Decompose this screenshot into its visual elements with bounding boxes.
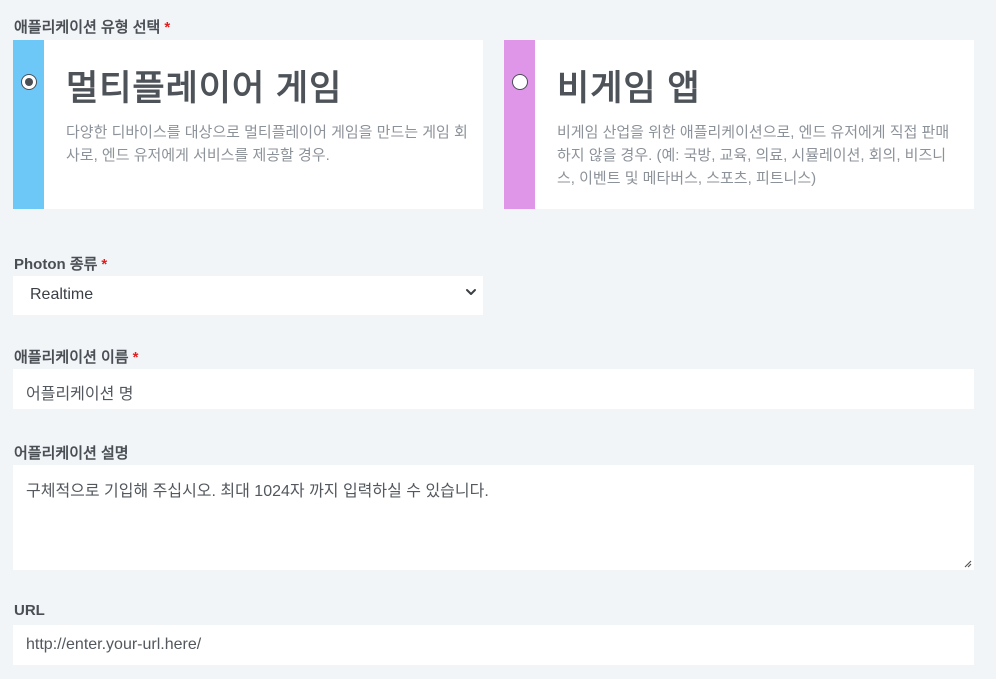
option-accent-stripe: [504, 40, 535, 209]
app-type-label: 애플리케이션 유형 선택 *: [14, 16, 170, 37]
app-type-option-multiplayer-game[interactable]: 멀티플레이어 게임 다양한 디바이스를 대상으로 멀티플레이어 게임을 만드는 …: [13, 40, 483, 209]
url-input[interactable]: http://enter.your-url.here/: [13, 625, 974, 665]
url-label: URL: [14, 602, 45, 619]
required-mark: *: [164, 19, 171, 36]
app-description-label: 어플리케이션 설명: [14, 442, 129, 463]
photon-type-label-text: Photon 종류: [14, 256, 98, 273]
option-description: 비게임 산업을 위한 애플리케이션으로, 엔드 유저에게 직접 판매하지 않을 …: [557, 124, 950, 187]
url-placeholder: http://enter.your-url.here/: [26, 636, 202, 653]
app-name-label-text: 애플리케이션 이름: [14, 349, 129, 366]
required-mark: *: [101, 256, 108, 273]
app-name-label: 애플리케이션 이름 *: [14, 346, 138, 367]
app-type-label-text: 애플리케이션 유형 선택: [14, 19, 161, 36]
photon-type-selected-value: Realtime: [30, 286, 94, 303]
option-accent-stripe: [13, 40, 44, 209]
app-name-input[interactable]: 어플리케이션 명: [13, 369, 974, 409]
app-name-placeholder: 어플리케이션 명: [26, 386, 134, 403]
radio-multiplayer-game[interactable]: [21, 74, 37, 90]
app-description-placeholder: 구체적으로 기입해 주십시오. 최대 1024자 까지 입력하실 수 있습니다.: [26, 483, 489, 500]
url-label-text: URL: [14, 602, 45, 619]
app-type-option-non-game-app[interactable]: 비게임 앱 비게임 산업을 위한 애플리케이션으로, 엔드 유저에게 직접 판매…: [504, 40, 974, 209]
option-description: 다양한 디바이스를 대상으로 멀티플레이어 게임을 만드는 게임 회사로, 엔드…: [66, 124, 468, 164]
chevron-down-icon: [466, 289, 476, 295]
radio-non-game-app[interactable]: [512, 74, 528, 90]
app-description-label-text: 어플리케이션 설명: [14, 445, 129, 462]
option-title: 멀티플레이어 게임: [66, 69, 343, 108]
option-title: 비게임 앱: [557, 69, 701, 108]
required-mark: *: [132, 349, 139, 366]
app-description-textarea[interactable]: 구체적으로 기입해 주십시오. 최대 1024자 까지 입력하실 수 있습니다.: [13, 465, 974, 570]
photon-type-label: Photon 종류 *: [14, 253, 107, 274]
resize-handle-icon[interactable]: [962, 558, 972, 568]
photon-type-select[interactable]: Realtime: [13, 276, 483, 315]
